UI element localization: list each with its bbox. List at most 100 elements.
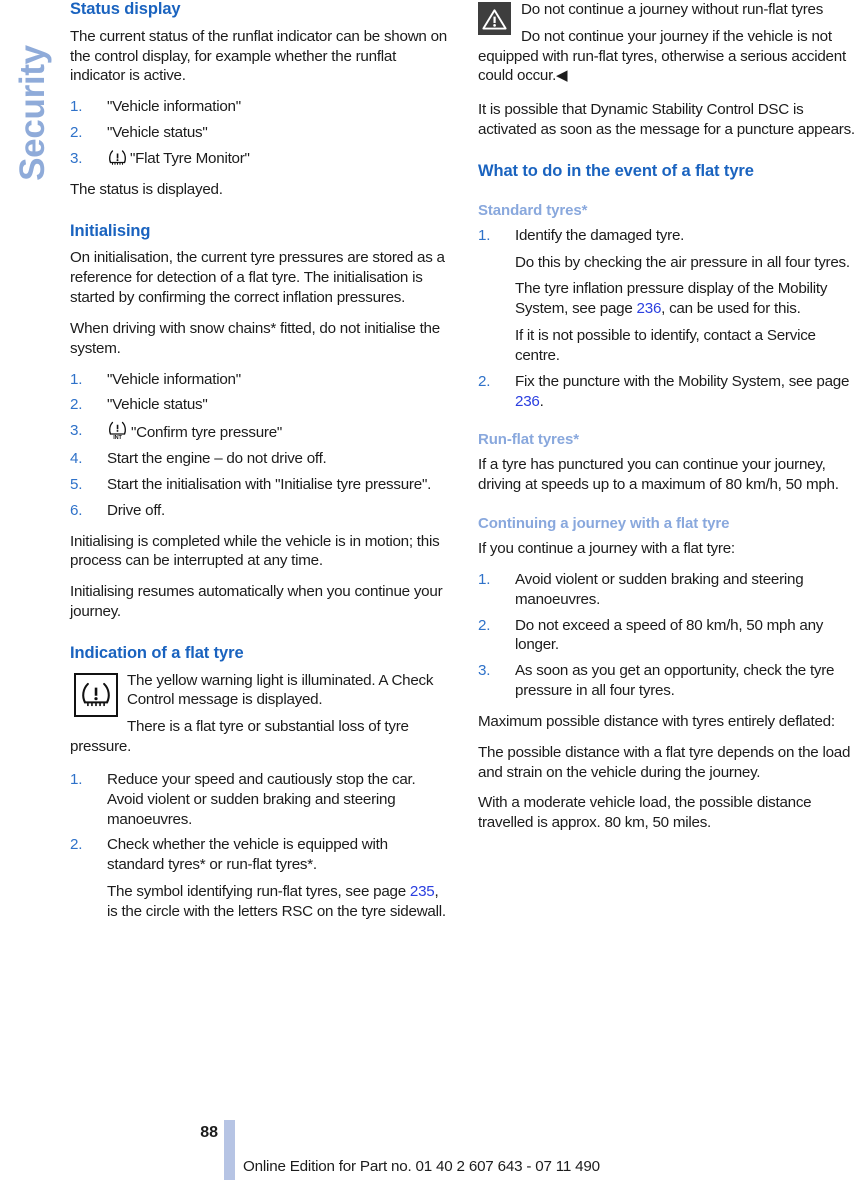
list-text: Avoid violent or sudden braking and stee… [515, 570, 804, 608]
list-text: Start the engine – do not drive off. [107, 450, 327, 468]
list-item: 5. Start the initialisation with "Initial… [70, 475, 448, 495]
dsc-note: It is possible that Dynamic Stability Co… [478, 101, 855, 139]
list-item: 1. Reduce your speed and cautiously stop … [70, 770, 448, 829]
continuing-intro: If you continue a journey with a flat ty… [478, 540, 735, 558]
list-item: 3. "Flat Tyre Monitor" [70, 149, 448, 169]
run-flat-tyres-body: If a tyre has punctured you can continue… [478, 456, 839, 494]
list-item: 2. Check whether the vehicle is equipped … [70, 835, 448, 921]
list-number: 1. [478, 570, 491, 588]
list-number: 3. [478, 662, 491, 680]
heading-what-to-do: What to do in the event of a flat tyre [478, 161, 754, 180]
list-number: 2. [70, 836, 83, 854]
page-reference-link[interactable]: 236 [515, 393, 540, 410]
indication-steps: 1. Reduce your speed and cautiously stop … [70, 770, 448, 922]
list-item: 6. Drive off. [70, 501, 448, 521]
list-number: 1. [70, 370, 83, 388]
continuing-para-1: The possible distance with a flat tyre d… [478, 743, 851, 781]
list-number: 4. [70, 450, 83, 468]
list-text: Drive off. [107, 501, 165, 519]
warning-light-callout-first-line: The yellow warning light is illuminated.… [127, 671, 448, 711]
page-number: 88 [200, 1124, 218, 1141]
list-number: 3. [70, 149, 83, 167]
footer-accent-bar [224, 1120, 235, 1180]
list-text: Start the initialisation with "Initialis… [107, 475, 432, 493]
list-sub-paragraph: The tyre inflation pressure display of t… [515, 279, 856, 319]
online-edition-note: Online Edition for Part no. 01 40 2 607 … [243, 1158, 600, 1175]
max-distance-label: Maximum possible distance with tyres ent… [478, 712, 835, 730]
list-number: 1. [70, 98, 83, 116]
sub-text-post: . [539, 392, 544, 410]
list-item: 2. Fix the puncture with the Mobility Sys… [478, 372, 856, 412]
list-text: Check whether the vehicle is equipped wi… [107, 836, 388, 874]
list-number: 3. [70, 422, 83, 440]
list-sub-paragraph: If it is not possible to identify, conta… [515, 327, 816, 364]
callout-line-2: There is a flat tyre or substantial loss… [70, 718, 409, 756]
right-column: Do not continue a journey without run-fl… [478, 0, 856, 844]
list-sub-paragraph: Do this by checking the air pressure in … [515, 253, 850, 271]
page-footer: 88 Online Edition for Part no. 01 40 2 6… [0, 1120, 860, 1182]
tyre-pressure-init-icon: INT [107, 421, 129, 441]
list-number: 2. [478, 616, 491, 634]
list-number: 2. [70, 124, 83, 142]
callout-line-1: The yellow warning light is illuminated.… [127, 671, 434, 709]
sub-text-post: , can be used for this. [661, 300, 801, 318]
list-text: "Vehicle status" [107, 124, 208, 142]
heading-indication-flat-tyre: Indication of a flat tyre [70, 643, 244, 662]
heading-initialising: Initialising [70, 221, 151, 240]
list-item: 4. Start the engine – do not drive off. [70, 449, 448, 469]
status-display-intro: The current status of the runflat indica… [70, 27, 447, 85]
list-item: 1. Avoid violent or sudden braking and st… [478, 570, 856, 610]
subheading-run-flat-tyres: Run-flat tyres* [478, 431, 580, 449]
list-sub-paragraph: The symbol identifying run-flat tyres, s… [107, 882, 448, 922]
list-text: Reduce your speed and cautiously stop th… [107, 770, 416, 828]
list-text: "Vehicle status" [107, 396, 208, 414]
warning-light-callout: The yellow warning light is illuminated.… [70, 671, 448, 757]
standard-tyres-steps: 1. Identify the damaged tyre. Do this by … [478, 226, 856, 412]
initialising-para-1: On initialisation, the current tyre pres… [70, 249, 445, 307]
list-number: 1. [70, 770, 83, 788]
warning-triangle-icon [478, 2, 511, 35]
warning-body: Do not continue your journey if the vehi… [478, 27, 846, 85]
list-item: 1. Identify the damaged tyre. Do this by … [478, 226, 856, 366]
initialising-steps: 1. "Vehicle information" 2. "Vehicle statu… [70, 370, 448, 521]
status-display-steps: 1. "Vehicle information" 2. "Vehicle statu… [70, 97, 448, 168]
list-text: Do not exceed a speed of 80 km/h, 50 mph… [515, 616, 824, 654]
subheading-continuing-journey: Continuing a journey with a flat tyre [478, 515, 730, 533]
list-number: 6. [70, 501, 83, 519]
list-text: "Vehicle information" [107, 370, 241, 388]
page-reference-link[interactable]: 236 [637, 300, 662, 317]
list-text: "Flat Tyre Monitor" [130, 149, 250, 167]
sub-text-pre: Fix the puncture with the Mobility Syste… [515, 372, 850, 390]
list-item: 2. "Vehicle status" [70, 395, 448, 415]
heading-status-display: Status display [70, 0, 181, 18]
list-text: "Confirm tyre pressure" [131, 424, 283, 442]
warning-callout: Do not continue a journey without run-fl… [478, 0, 856, 86]
continuing-steps: 1. Avoid violent or sudden braking and st… [478, 570, 856, 701]
list-text: As soon as you get an opportunity, check… [515, 662, 835, 700]
list-number: 2. [70, 396, 83, 414]
manual-page: Status display The current status of the… [0, 0, 860, 1182]
warning-title-wrap: Do not continue a journey without run-fl… [521, 0, 856, 20]
status-display-outro: The status is displayed. [70, 180, 223, 198]
list-item: 1. "Vehicle information" [70, 370, 448, 390]
list-number: 2. [478, 372, 491, 390]
left-column: Status display The current status of the… [70, 0, 448, 933]
warning-title: Do not continue a journey without run-fl… [521, 1, 824, 18]
list-item: 1. "Vehicle information" [70, 97, 448, 117]
list-item: 3. As soon as you get an opportunity, che… [478, 661, 856, 701]
subheading-standard-tyres: Standard tyres* [478, 201, 588, 219]
list-item: 2. "Vehicle status" [70, 123, 448, 143]
list-item: 2. Do not exceed a speed of 80 km/h, 50 m… [478, 616, 856, 656]
initialising-para-3: Initialising is completed while the vehi… [70, 532, 440, 570]
list-number: 1. [478, 226, 491, 244]
initialising-para-4: Initialising resumes automatically when … [70, 583, 443, 620]
list-number: 5. [70, 475, 83, 493]
svg-text:INT: INT [113, 435, 122, 440]
list-item: 3. INT "Confirm tyre pressure" [70, 421, 448, 443]
list-text: Identify the damaged tyre. [515, 226, 685, 244]
tyre-pressure-icon [107, 149, 128, 166]
list-text: "Vehicle information" [107, 98, 241, 116]
sub-text-pre: The symbol identifying run-flat tyres, s… [107, 883, 410, 901]
initialising-para-2: When driving with snow chains* fitted, d… [70, 319, 440, 357]
page-reference-link[interactable]: 235 [410, 883, 435, 900]
